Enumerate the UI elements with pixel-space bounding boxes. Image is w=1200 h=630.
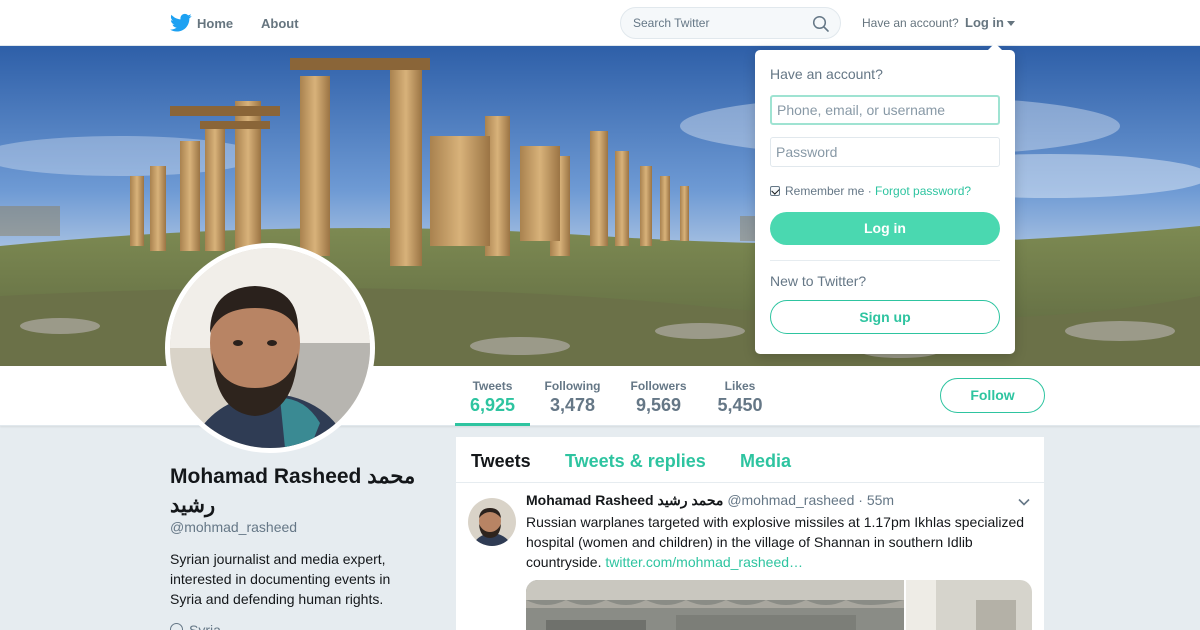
twitter-bird-icon[interactable] bbox=[170, 13, 192, 33]
tab-tweets-replies[interactable]: Tweets & replies bbox=[565, 451, 706, 472]
tweet-avatar[interactable] bbox=[468, 498, 516, 546]
username-field[interactable] bbox=[770, 95, 1000, 125]
profile-bio: Syrian journalist and media expert, inte… bbox=[170, 551, 391, 607]
stat-likes[interactable]: Likes 5,450 bbox=[710, 366, 770, 426]
tweet-media[interactable] bbox=[526, 580, 1032, 630]
tweet-separator: · bbox=[858, 492, 867, 508]
nav-about-link[interactable]: About bbox=[261, 16, 299, 31]
avatar[interactable] bbox=[165, 243, 375, 453]
search-icon[interactable] bbox=[812, 15, 830, 33]
stat-followers-value: 9,569 bbox=[635, 395, 682, 415]
stat-following-label: Following bbox=[544, 379, 601, 393]
tweet-timestamp[interactable]: 55m bbox=[867, 492, 894, 508]
login-button[interactable]: Log in bbox=[770, 212, 1000, 245]
signup-button[interactable]: Sign up bbox=[770, 300, 1000, 334]
dropdown-divider bbox=[770, 260, 1000, 261]
profile-handle[interactable]: @mohmad_rasheed bbox=[170, 519, 297, 535]
new-to-twitter-text: New to Twitter? bbox=[770, 273, 867, 289]
forgot-password-link[interactable]: Forgot password? bbox=[875, 184, 971, 198]
tweet[interactable]: Mohamad Rasheed محمد رشيد @mohmad_rashee… bbox=[456, 484, 1044, 630]
follow-button[interactable]: Follow bbox=[940, 378, 1045, 413]
stat-tweets-value: 6,925 bbox=[469, 395, 516, 415]
stat-followers-label: Followers bbox=[630, 379, 687, 393]
chevron-down-icon[interactable] bbox=[1007, 21, 1015, 26]
dropdown-arrow bbox=[987, 43, 1003, 51]
remember-me-label[interactable]: Remember me bbox=[785, 184, 864, 198]
search-input[interactable]: Search Twitter bbox=[633, 16, 709, 30]
stat-likes-label: Likes bbox=[724, 379, 756, 393]
have-account-text: Have an account? bbox=[862, 16, 959, 30]
password-field[interactable] bbox=[770, 137, 1000, 167]
remember-me-row: Remember me · Forgot password? bbox=[770, 184, 971, 198]
top-nav: Home About Search Twitter Have an accoun… bbox=[0, 0, 1200, 46]
remember-me-checkbox[interactable] bbox=[770, 186, 780, 196]
dropdown-title: Have an account? bbox=[770, 66, 883, 82]
tab-tweets[interactable]: Tweets bbox=[471, 451, 531, 472]
tweet-header: Mohamad Rasheed محمد رشيد @mohmad_rashee… bbox=[526, 492, 894, 509]
chevron-down-icon[interactable] bbox=[1018, 496, 1030, 508]
tweet-text: Russian warplanes targeted with explosiv… bbox=[526, 512, 1036, 572]
stat-tweets[interactable]: Tweets 6,925 bbox=[455, 366, 530, 426]
location-pin-icon bbox=[170, 623, 183, 630]
stat-following[interactable]: Following 3,478 bbox=[540, 366, 605, 426]
tweet-link[interactable]: twitter.com/mohmad_rasheed… bbox=[605, 554, 803, 570]
stat-following-value: 3,478 bbox=[549, 395, 596, 415]
login-dropdown: Have an account? Remember me · Forgot pa… bbox=[755, 43, 1015, 354]
stat-followers[interactable]: Followers 9,569 bbox=[625, 366, 692, 426]
tweet-author-handle[interactable]: @mohmad_rasheed bbox=[727, 492, 854, 508]
profile-location-text: Syria bbox=[189, 622, 221, 630]
profile-name[interactable]: Mohamad Rasheed محمد رشيد bbox=[170, 462, 440, 520]
stat-tweets-label: Tweets bbox=[472, 379, 513, 393]
profile-location: Syria bbox=[170, 622, 221, 630]
tab-media[interactable]: Media bbox=[740, 451, 791, 472]
timeline: Tweets Tweets & replies Media Mohamad Ra… bbox=[456, 437, 1044, 630]
remember-separator: · bbox=[864, 184, 876, 198]
search-box[interactable]: Search Twitter bbox=[620, 7, 841, 39]
login-menu-link[interactable]: Log in bbox=[965, 15, 1004, 30]
stat-likes-value: 5,450 bbox=[717, 395, 763, 415]
timeline-tabs: Tweets Tweets & replies Media bbox=[456, 437, 1044, 483]
tweet-author-name[interactable]: Mohamad Rasheed محمد رشيد bbox=[526, 492, 723, 508]
nav-home-link[interactable]: Home bbox=[197, 16, 233, 31]
